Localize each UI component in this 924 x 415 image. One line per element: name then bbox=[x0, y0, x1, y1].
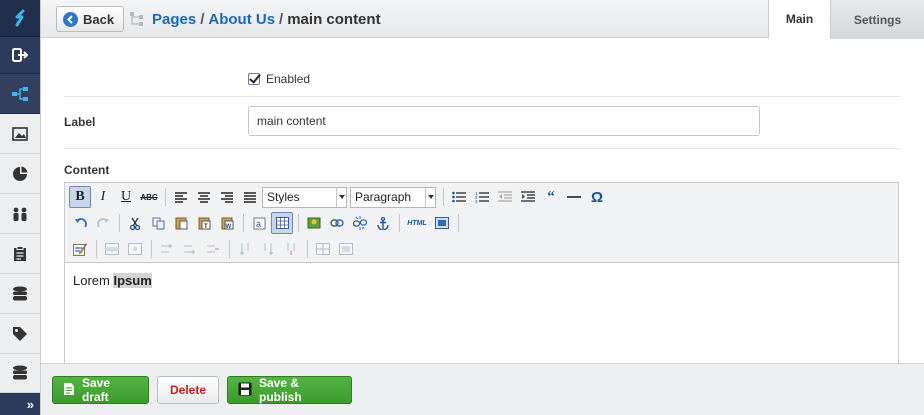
align-left-button[interactable] bbox=[170, 186, 192, 208]
database-stack-icon[interactable] bbox=[0, 354, 40, 393]
align-center-button[interactable] bbox=[193, 186, 215, 208]
tab-main[interactable]: Main bbox=[768, 0, 830, 39]
divider bbox=[64, 148, 901, 149]
insert-row-after-icon[interactable] bbox=[179, 238, 201, 260]
find-replace-icon[interactable]: a bbox=[248, 212, 270, 234]
special-char-button[interactable]: Ω bbox=[586, 186, 608, 208]
sitetree-small-icon bbox=[129, 11, 145, 30]
numbered-list-button[interactable]: 123 bbox=[471, 186, 493, 208]
save-publish-button[interactable]: Save & publish bbox=[227, 376, 352, 404]
rich-text-editor: B I U ABC Styles Paragraph 123 “ Ω T W a… bbox=[64, 182, 899, 372]
delete-row-icon[interactable] bbox=[202, 238, 224, 260]
breadcrumb-about-us[interactable]: About Us bbox=[208, 11, 275, 28]
italic-button[interactable]: I bbox=[92, 186, 114, 208]
underline-button[interactable]: U bbox=[115, 186, 137, 208]
users-icon[interactable] bbox=[0, 194, 40, 234]
unlink-icon[interactable] bbox=[349, 212, 371, 234]
breadcrumb-pages[interactable]: Pages bbox=[152, 11, 196, 28]
content-field-label: Content bbox=[64, 163, 110, 177]
svg-text:3: 3 bbox=[475, 199, 478, 203]
edit-form: Enabled Label Content B I U ABC Styles P… bbox=[41, 39, 924, 372]
html-source-button[interactable]: HTML bbox=[404, 212, 430, 234]
row-properties-icon[interactable] bbox=[101, 238, 123, 260]
enabled-label: Enabled bbox=[266, 72, 311, 86]
outdent-button[interactable] bbox=[494, 186, 516, 208]
save-draft-label: Save draft bbox=[82, 376, 111, 404]
sidebar-expand-button[interactable]: » bbox=[0, 393, 40, 415]
database-icon[interactable] bbox=[0, 274, 40, 314]
editor-selected-text: Ipsum bbox=[113, 273, 152, 288]
enabled-field: Enabled bbox=[248, 72, 310, 86]
indent-button[interactable] bbox=[517, 186, 539, 208]
editor-toolbar: B I U ABC Styles Paragraph 123 “ Ω T W a… bbox=[65, 183, 898, 263]
breadcrumb: Pages / About Us / main content bbox=[152, 11, 381, 28]
logout-icon[interactable] bbox=[0, 37, 40, 74]
redo-button[interactable] bbox=[92, 212, 114, 234]
sidebar: » bbox=[0, 0, 41, 415]
logo-icon[interactable] bbox=[0, 0, 40, 37]
clipboard-icon[interactable] bbox=[0, 234, 40, 274]
align-justify-button[interactable] bbox=[239, 186, 261, 208]
insert-col-before-icon[interactable] bbox=[234, 238, 256, 260]
image-icon[interactable] bbox=[0, 114, 40, 154]
cut-icon[interactable] bbox=[124, 212, 146, 234]
action-bar: Save draft Delete Save & publish bbox=[41, 363, 924, 415]
sitetree-icon[interactable] bbox=[0, 74, 40, 114]
paste-icon[interactable] bbox=[170, 212, 192, 234]
split-cells-icon[interactable] bbox=[312, 238, 334, 260]
styles-select[interactable]: Styles bbox=[262, 186, 347, 208]
save-icon bbox=[238, 382, 259, 399]
label-field-label: Label bbox=[64, 115, 96, 129]
tag-icon[interactable] bbox=[0, 314, 40, 354]
format-select[interactable]: Paragraph bbox=[350, 186, 436, 208]
header-bar: Back Pages / About Us / main content Main Se… bbox=[41, 0, 924, 39]
breadcrumb-current: main content bbox=[287, 11, 381, 28]
back-label: Back bbox=[83, 11, 115, 27]
insert-image-icon[interactable] bbox=[303, 212, 325, 234]
horizontal-rule-button[interactable] bbox=[563, 186, 585, 208]
copy-icon[interactable] bbox=[147, 212, 169, 234]
back-arrow-icon bbox=[63, 11, 78, 27]
editor-text: Lorem bbox=[73, 273, 110, 288]
fullscreen-icon[interactable] bbox=[431, 212, 453, 234]
blockquote-button[interactable]: “ bbox=[540, 186, 562, 208]
back-button[interactable]: Back bbox=[56, 6, 124, 32]
merge-cells-icon[interactable] bbox=[335, 238, 357, 260]
pie-chart-icon[interactable] bbox=[0, 154, 40, 194]
strikethrough-button[interactable]: ABC bbox=[138, 186, 160, 208]
anchor-icon[interactable] bbox=[372, 212, 394, 234]
undo-button[interactable] bbox=[69, 212, 91, 234]
document-icon bbox=[63, 382, 82, 399]
paste-text-icon[interactable]: T bbox=[193, 212, 215, 234]
cell-properties-icon[interactable] bbox=[124, 238, 146, 260]
edit-styles-icon[interactable] bbox=[69, 238, 91, 260]
label-input[interactable] bbox=[248, 106, 760, 136]
enabled-checkbox[interactable] bbox=[248, 73, 260, 85]
insert-row-before-icon[interactable] bbox=[156, 238, 178, 260]
table-icon[interactable] bbox=[271, 212, 293, 234]
paste-word-icon[interactable]: W bbox=[216, 212, 238, 234]
editor-content[interactable]: Lorem Ipsum bbox=[65, 263, 898, 298]
save-publish-label: Save & publish bbox=[259, 376, 302, 404]
svg-text:T: T bbox=[204, 224, 208, 230]
svg-text:a: a bbox=[256, 219, 261, 229]
svg-text:W: W bbox=[225, 224, 231, 230]
bullet-list-button[interactable] bbox=[448, 186, 470, 208]
align-right-button[interactable] bbox=[216, 186, 238, 208]
divider bbox=[64, 96, 901, 97]
insert-col-after-icon[interactable] bbox=[257, 238, 279, 260]
delete-button[interactable]: Delete bbox=[157, 376, 219, 404]
tab-settings[interactable]: Settings bbox=[830, 0, 924, 39]
insert-link-icon[interactable] bbox=[326, 212, 348, 234]
save-draft-button[interactable]: Save draft bbox=[52, 376, 149, 404]
bold-button[interactable]: B bbox=[69, 186, 91, 208]
delete-col-icon[interactable] bbox=[280, 238, 302, 260]
